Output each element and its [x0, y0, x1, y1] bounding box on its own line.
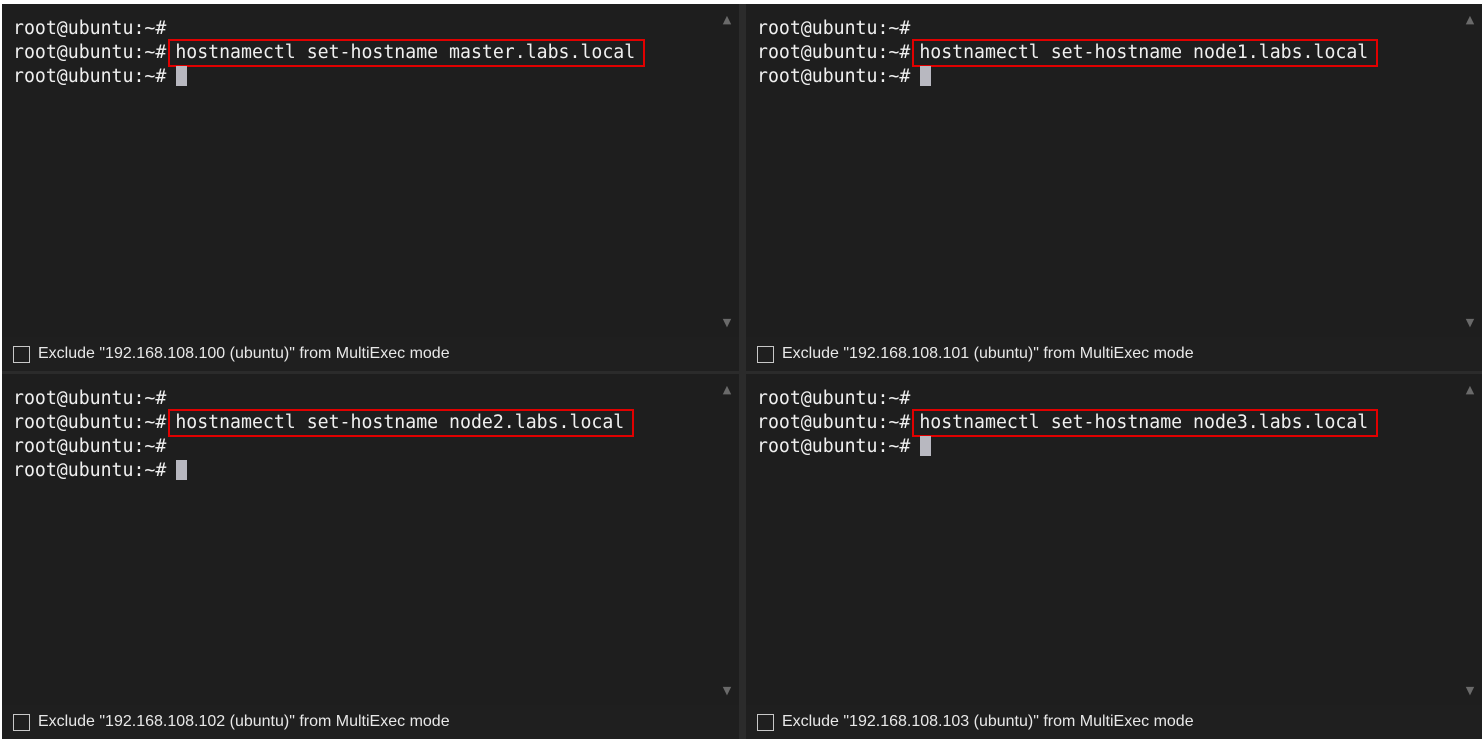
scroll-up-arrow-icon[interactable]: ▲: [715, 384, 739, 396]
terminal-line: root@ubuntu:~# hostnamectl set-hostname n…: [757, 409, 1379, 437]
shell-prompt: root@ubuntu:~#: [13, 412, 167, 433]
highlighted-command: hostnamectl set-hostname node1.labs.loca…: [912, 39, 1379, 67]
exclude-checkbox[interactable]: [757, 713, 774, 731]
shell-prompt: root@ubuntu:~#: [13, 388, 167, 409]
exclude-label[interactable]: Exclude "192.168.108.102 (ubuntu)" from …: [38, 713, 450, 731]
shell-prompt: root@ubuntu:~#: [13, 66, 167, 87]
terminal-lines: root@ubuntu:~# root@ubuntu:~# hostnamectl …: [13, 17, 646, 89]
terminal-line: root@ubuntu:~# hostnamectl set-hostname m…: [13, 39, 646, 67]
terminal-line: root@ubuntu:~#: [757, 65, 1378, 89]
exclude-checkbox[interactable]: [757, 345, 774, 363]
text-cursor: [920, 66, 932, 86]
text-cursor: [176, 460, 188, 480]
scroll-up-arrow-icon[interactable]: ▲: [1458, 384, 1482, 396]
terminal-lines: root@ubuntu:~# root@ubuntu:~# hostnamectl …: [757, 17, 1379, 89]
shell-prompt: root@ubuntu:~#: [757, 388, 911, 409]
scroll-down-arrow-icon[interactable]: ▼: [715, 685, 739, 697]
terminal-pane-4: root@ubuntu:~# root@ubuntu:~# hostnamectl …: [746, 374, 1482, 739]
terminal-output[interactable]: root@ubuntu:~# root@ubuntu:~# hostnamectl …: [2, 4, 739, 337]
terminal-lines: root@ubuntu:~# root@ubuntu:~# hostnamectl …: [13, 387, 635, 483]
scroll-down-arrow-icon[interactable]: ▼: [1458, 685, 1482, 697]
terminal-line: root@ubuntu:~#: [13, 65, 645, 89]
exclude-label[interactable]: Exclude "192.168.108.100 (ubuntu)" from …: [38, 345, 450, 363]
exclude-label[interactable]: Exclude "192.168.108.101 (ubuntu)" from …: [782, 345, 1194, 363]
exclude-bar: Exclude "192.168.108.100 (ubuntu)" from …: [2, 337, 739, 371]
terminal-pane-2: root@ubuntu:~# root@ubuntu:~# hostnamectl …: [746, 4, 1482, 371]
multiexec-window: root@ubuntu:~# root@ubuntu:~# hostnamectl …: [0, 0, 1484, 740]
shell-prompt: root@ubuntu:~#: [757, 42, 911, 63]
terminal-line: root@ubuntu:~# hostnamectl set-hostname n…: [757, 39, 1379, 67]
terminal-line: root@ubuntu:~#: [13, 387, 634, 411]
terminal-output[interactable]: root@ubuntu:~# root@ubuntu:~# hostnamectl …: [746, 374, 1482, 705]
terminal-line: root@ubuntu:~# hostnamectl set-hostname n…: [13, 409, 635, 437]
shell-prompt: root@ubuntu:~#: [757, 18, 911, 39]
terminal-line: root@ubuntu:~#: [757, 17, 1378, 41]
shell-prompt: root@ubuntu:~#: [13, 460, 167, 481]
highlighted-command: hostnamectl set-hostname master.labs.loc…: [168, 39, 646, 67]
vertical-scrollbar[interactable]: ▲ ▼: [1458, 4, 1482, 337]
exclude-checkbox[interactable]: [13, 713, 30, 731]
exclude-bar: Exclude "192.168.108.101 (ubuntu)" from …: [746, 337, 1482, 371]
terminal-pane-1: root@ubuntu:~# root@ubuntu:~# hostnamectl …: [2, 4, 739, 371]
scroll-down-arrow-icon[interactable]: ▼: [1458, 317, 1482, 329]
shell-prompt: root@ubuntu:~#: [757, 436, 911, 457]
terminal-output[interactable]: root@ubuntu:~# root@ubuntu:~# hostnamectl …: [746, 4, 1482, 337]
vertical-scrollbar[interactable]: ▲ ▼: [715, 4, 739, 337]
exclude-bar: Exclude "192.168.108.103 (ubuntu)" from …: [746, 705, 1482, 739]
vertical-scrollbar[interactable]: ▲ ▼: [1458, 374, 1482, 705]
shell-prompt: root@ubuntu:~#: [757, 412, 911, 433]
exclude-checkbox[interactable]: [13, 345, 30, 363]
exclude-label[interactable]: Exclude "192.168.108.103 (ubuntu)" from …: [782, 713, 1194, 731]
highlighted-command: hostnamectl set-hostname node2.labs.loca…: [168, 409, 635, 437]
terminal-line: root@ubuntu:~#: [13, 17, 645, 41]
vertical-scrollbar[interactable]: ▲ ▼: [715, 374, 739, 705]
terminal-pane-3: root@ubuntu:~# root@ubuntu:~# hostnamectl …: [2, 374, 739, 739]
shell-prompt: root@ubuntu:~#: [13, 42, 167, 63]
scroll-up-arrow-icon[interactable]: ▲: [715, 14, 739, 26]
highlighted-command: hostnamectl set-hostname node3.labs.loca…: [912, 409, 1379, 437]
scroll-down-arrow-icon[interactable]: ▼: [715, 317, 739, 329]
scroll-up-arrow-icon[interactable]: ▲: [1458, 14, 1482, 26]
terminal-line: root@ubuntu:~#: [757, 435, 1378, 459]
shell-prompt: root@ubuntu:~#: [13, 18, 167, 39]
terminal-line: root@ubuntu:~#: [13, 435, 634, 459]
shell-prompt: root@ubuntu:~#: [13, 436, 167, 457]
exclude-bar: Exclude "192.168.108.102 (ubuntu)" from …: [2, 705, 739, 739]
terminal-line: root@ubuntu:~#: [13, 459, 634, 483]
terminal-lines: root@ubuntu:~# root@ubuntu:~# hostnamectl …: [757, 387, 1379, 459]
shell-prompt: root@ubuntu:~#: [757, 66, 911, 87]
text-cursor: [920, 436, 932, 456]
text-cursor: [176, 66, 188, 86]
terminal-line: root@ubuntu:~#: [757, 387, 1378, 411]
terminal-output[interactable]: root@ubuntu:~# root@ubuntu:~# hostnamectl …: [2, 374, 739, 705]
